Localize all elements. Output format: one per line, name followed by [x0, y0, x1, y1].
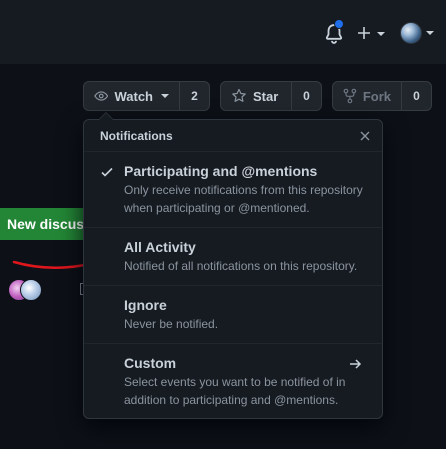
watch-count[interactable]: 2 [179, 82, 209, 110]
top-header [0, 0, 446, 64]
watch-label: Watch [114, 88, 153, 104]
user-menu-button[interactable] [400, 22, 436, 46]
option-description: Select events you want to be notified of… [124, 375, 346, 407]
fork-button-group: Fork 0 [332, 81, 432, 111]
chevron-down-icon [161, 94, 169, 98]
fork-count[interactable]: 0 [401, 82, 431, 110]
eye-icon [94, 91, 109, 101]
notification-option-custom[interactable]: Custom Select events you want to be noti… [84, 344, 382, 419]
option-description: Notified of all notifications on this re… [124, 259, 358, 273]
option-description: Only receive notifications from this rep… [124, 183, 363, 215]
option-title: All Activity [124, 239, 196, 255]
notification-option-all-activity[interactable]: All Activity Notified of all notificatio… [84, 228, 382, 286]
plus-icon [358, 27, 370, 39]
new-discussion-button[interactable]: New discuss [0, 208, 90, 240]
fork-icon [343, 88, 357, 104]
option-title: Custom [124, 355, 177, 371]
star-button[interactable]: Star [221, 82, 291, 110]
option-title: Ignore [124, 297, 167, 313]
option-description: Never be notified. [124, 317, 219, 331]
dropdown-header: Notifications [84, 120, 382, 152]
star-button-group: Star 0 [220, 81, 322, 111]
option-title: Participating and @mentions [124, 163, 318, 179]
fork-button[interactable]: Fork [333, 82, 401, 110]
notification-option-ignore[interactable]: Ignore Never be notified. [84, 286, 382, 344]
star-count[interactable]: 0 [291, 82, 321, 110]
create-new-button[interactable] [356, 23, 388, 45]
chevron-down-icon [426, 31, 434, 35]
star-icon [232, 88, 246, 102]
notification-option-participating[interactable]: Participating and @mentions Only receive… [84, 152, 382, 228]
arrow-right-icon [350, 359, 362, 369]
dropdown-title: Notifications [100, 128, 173, 143]
watch-button[interactable]: Watch [84, 82, 179, 110]
avatar [400, 22, 422, 44]
check-icon [101, 167, 113, 177]
watch-button-group: Watch 2 [83, 81, 210, 111]
notifications-dropdown: Notifications Participating and @mention… [83, 112, 383, 419]
notification-indicator [334, 19, 344, 29]
star-label: Star [253, 88, 279, 104]
close-icon[interactable] [358, 129, 372, 143]
new-discussion-label: New discuss [7, 216, 90, 232]
fork-label: Fork [362, 88, 391, 104]
chevron-down-icon [377, 32, 385, 36]
